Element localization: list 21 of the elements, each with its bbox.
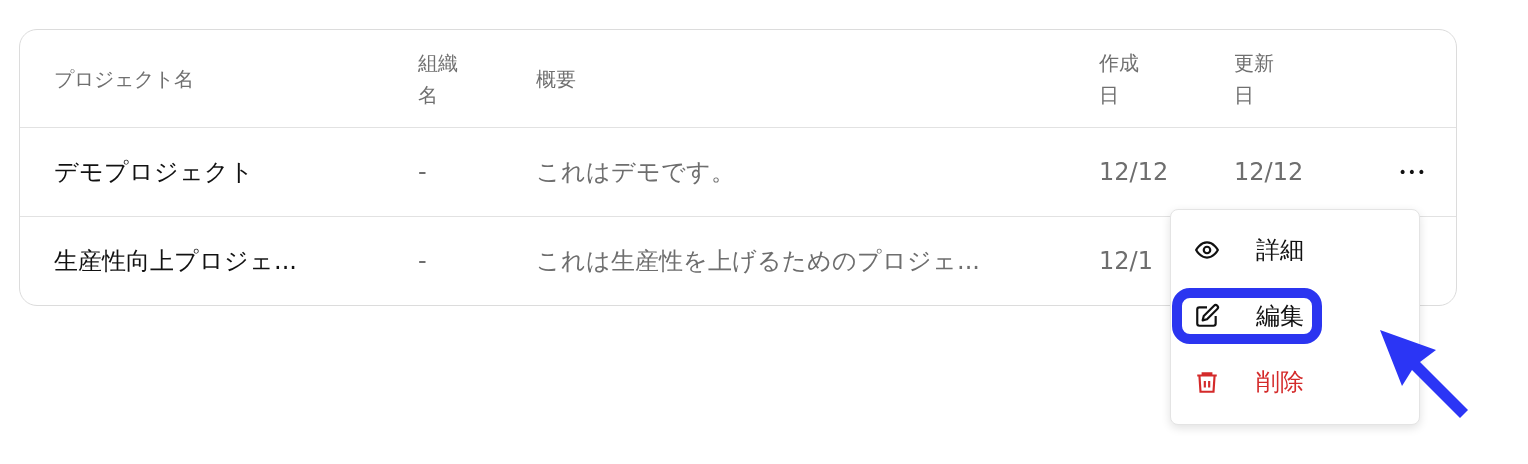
menu-item[interactable]: 詳細	[1172, 222, 1322, 278]
column-header: 概要	[536, 65, 576, 93]
more-button[interactable]: •••	[1394, 160, 1431, 184]
edit-icon	[1194, 303, 1220, 329]
table-cell: 12/1	[1099, 247, 1153, 275]
table-cell-text: これはデモです。	[536, 157, 735, 188]
table-cell: -	[418, 247, 427, 275]
table-cell-text: デモプロジェクト	[53, 157, 254, 188]
table-cell: 12/12	[1234, 158, 1304, 186]
column-header: 更新日	[1234, 49, 1275, 109]
column-header: 組織名	[418, 49, 459, 109]
table-cell-text: 生産性向上プロジェ...	[53, 246, 297, 277]
menu-item[interactable]: 編集	[1172, 288, 1322, 344]
column-header: プロジェクト名	[53, 65, 194, 93]
menu-item[interactable]: 削除	[1172, 354, 1322, 410]
column-header: 作成日	[1099, 49, 1140, 109]
table-cell: 12/12	[1099, 158, 1169, 186]
table-cell-text: これは生産性を上げるためのプロジェ...	[536, 246, 980, 277]
trash-icon	[1194, 369, 1220, 395]
table-cell: -	[418, 158, 427, 186]
pointer-arrow-icon	[1378, 328, 1470, 418]
